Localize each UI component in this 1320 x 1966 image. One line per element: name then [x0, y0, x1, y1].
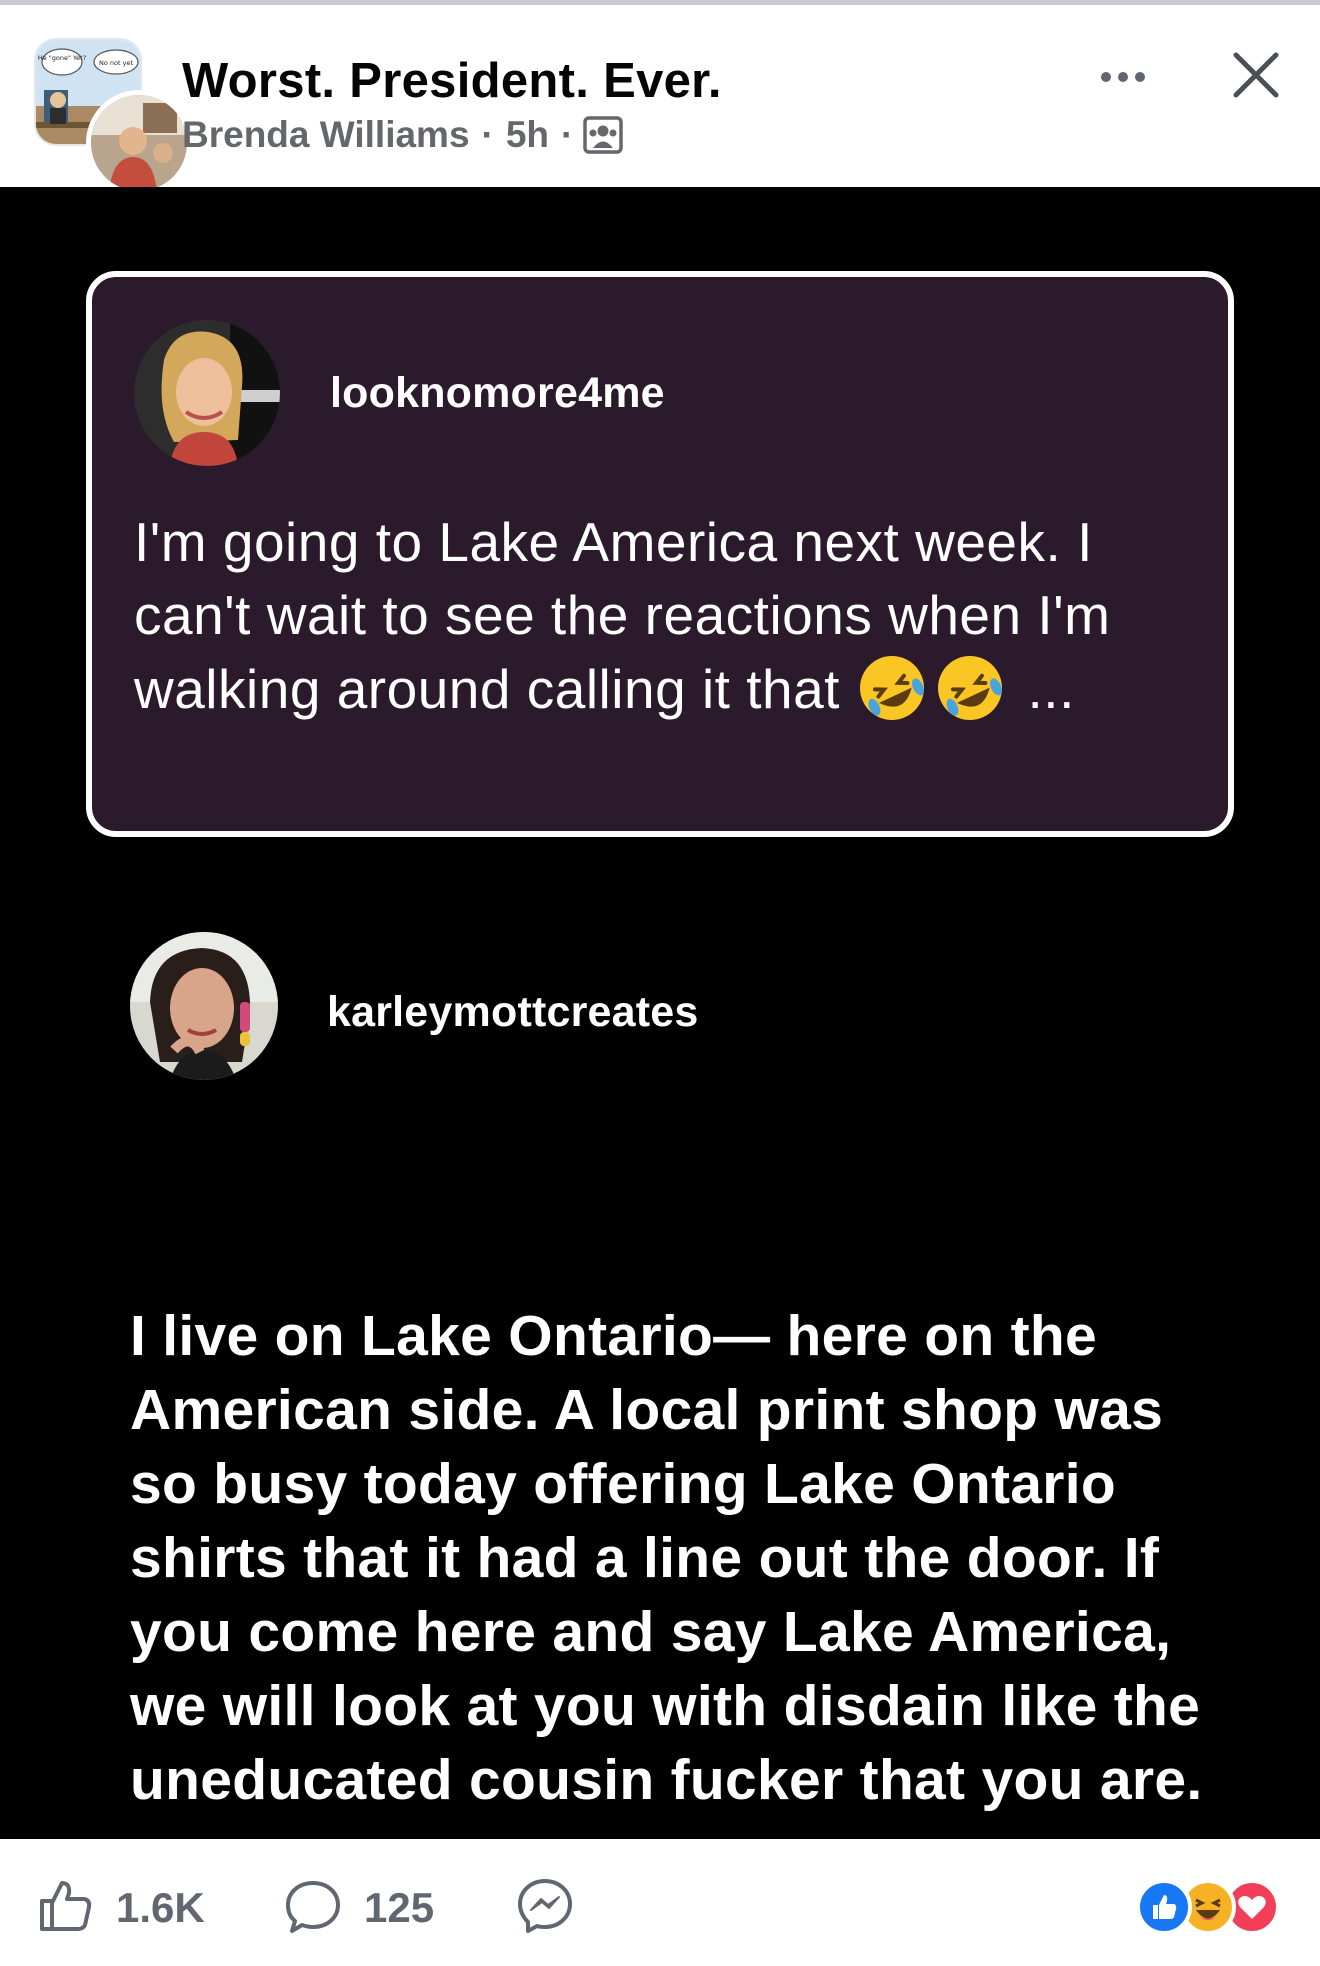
- reply-avatar: [130, 932, 278, 1080]
- dot: [1135, 72, 1145, 82]
- dot: [1118, 72, 1128, 82]
- meta-separator: ·: [561, 114, 574, 155]
- dot: [1101, 72, 1111, 82]
- messenger-icon: [516, 1877, 574, 1940]
- thumbs-up-icon: [36, 1877, 94, 1940]
- more-options-icon[interactable]: [1090, 49, 1156, 105]
- author-avatar[interactable]: [86, 90, 192, 196]
- like-count: 1.6K: [116, 1884, 205, 1931]
- commenter-avatar: [134, 320, 280, 466]
- commenter-username: looknomore4me: [330, 369, 665, 417]
- comment-text: I'm going to Lake America next week. I c…: [134, 506, 1204, 726]
- group-name[interactable]: Worst. President. Ever.: [182, 53, 722, 109]
- comment-trailing: ...: [1011, 658, 1075, 720]
- close-icon[interactable]: [1224, 43, 1288, 107]
- like-button[interactable]: 1.6K: [36, 1877, 205, 1939]
- author-name[interactable]: Brenda Williams: [182, 114, 470, 156]
- post-actions: 1.6K 125: [0, 1839, 1320, 1966]
- meta-separator: ·: [481, 114, 494, 155]
- group-avatar[interactable]: He "gone" Yet? No not yet: [34, 38, 192, 196]
- like-reaction-icon: [1136, 1879, 1192, 1935]
- rolling-laughing-emoji-icon: [856, 652, 928, 724]
- caption-bubble-1: He "gone" Yet?: [38, 54, 86, 62]
- messenger-share-button[interactable]: [516, 1877, 574, 1939]
- caption-bubble-2: No not yet: [99, 59, 133, 67]
- post-time[interactable]: 5h: [506, 114, 549, 156]
- comment-button[interactable]: 125: [284, 1877, 434, 1939]
- comment-count: 125: [364, 1884, 435, 1931]
- post-image[interactable]: looknomore4me I'm going to Lake America …: [0, 187, 1320, 1839]
- post-header: He "gone" Yet? No not yet Worst. Preside…: [0, 5, 1320, 196]
- reply-username: karleymottcreates: [327, 988, 699, 1036]
- comment-icon: [284, 1877, 342, 1940]
- group-audience-icon: [583, 116, 624, 154]
- reply-text: I live on Lake Ontario— here on the Amer…: [130, 1304, 1203, 1812]
- rolling-laughing-emoji-icon: [934, 652, 1006, 724]
- quoted-comment-card: looknomore4me I'm going to Lake America …: [86, 271, 1234, 837]
- post-meta: Brenda Williams · 5h ·: [182, 113, 624, 157]
- reaction-summary[interactable]: [1136, 1879, 1286, 1937]
